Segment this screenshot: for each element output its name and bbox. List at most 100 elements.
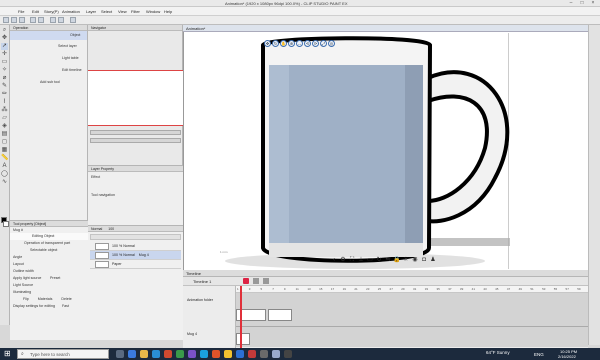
menu-view[interactable]: View — [118, 9, 127, 14]
timeline-track-2[interactable] — [236, 327, 588, 347]
taskbar-search[interactable]: ⌕ Type here to search — [17, 349, 109, 359]
mug-3d-object[interactable] — [185, 33, 525, 273]
timeline-name[interactable]: Timeline 1 — [193, 279, 211, 284]
zoom-icon[interactable]: ⌕ — [1, 27, 8, 34]
menu-file[interactable]: File — [18, 9, 24, 14]
windows-start-icon[interactable]: ⊞ — [4, 350, 12, 358]
object-reset-icon[interactable]: ◎ — [328, 40, 335, 47]
camera-move-icon[interactable]: ✥ — [264, 40, 271, 47]
store-icon[interactable] — [152, 350, 160, 358]
fill-icon[interactable]: ◈ — [1, 123, 8, 130]
operation-icon[interactable]: ➚ — [1, 43, 8, 50]
rotate-icon[interactable]: ↻ — [375, 256, 383, 264]
correct-line-icon[interactable]: ∿ — [1, 179, 8, 186]
play-icon[interactable] — [243, 278, 249, 284]
language-indicator[interactable]: ENG — [534, 352, 544, 357]
object-spin-icon[interactable]: ⟳ — [312, 40, 319, 47]
close-icon[interactable]: × — [590, 1, 596, 6]
app-icon-6[interactable] — [224, 350, 232, 358]
auto-select-icon[interactable]: ✧ — [1, 67, 8, 74]
track-mug[interactable]: Mug 4 — [187, 332, 197, 336]
menu-edit[interactable]: Edit — [32, 9, 39, 14]
eyedropper-icon[interactable]: ⌀ — [1, 75, 8, 82]
new-icon[interactable] — [3, 17, 9, 23]
object-scale-icon[interactable]: ⤢ — [320, 40, 327, 47]
app-icon-2[interactable] — [176, 350, 184, 358]
save-icon[interactable] — [19, 17, 25, 23]
app-icon-8[interactable] — [248, 350, 256, 358]
layer-row-camera[interactable]: 100 % Normal — [90, 242, 181, 251]
timeline-tab[interactable]: Timeline — [186, 271, 201, 276]
app-icon-5[interactable] — [212, 350, 220, 358]
app-icon-9[interactable] — [260, 350, 268, 358]
subtool-edit-timeline[interactable]: Edit timeline — [10, 64, 87, 76]
subtool-light-table[interactable]: Light table — [10, 52, 87, 64]
layer-opacity[interactable]: 100 — [108, 226, 114, 231]
app-icon-1[interactable] — [164, 350, 172, 358]
blend-mode[interactable]: Normal — [91, 226, 102, 231]
subtool-select-layer[interactable]: Select layer — [10, 40, 87, 52]
camera-pan-icon[interactable]: ✋ — [280, 40, 287, 47]
cel-3[interactable] — [236, 333, 250, 345]
brush-icon[interactable]: ⌇ — [1, 99, 8, 106]
airbrush-icon[interactable]: ⁂ — [1, 107, 8, 114]
open-icon[interactable] — [11, 17, 17, 23]
clock-date[interactable]: 2/16/2022 — [558, 354, 576, 359]
clear-icon[interactable] — [50, 17, 56, 23]
ruler-icon[interactable]: 📏 — [1, 155, 8, 162]
minimize-icon[interactable]: – — [568, 1, 574, 6]
maximize-icon[interactable]: □ — [579, 1, 585, 6]
app-icon-10[interactable] — [284, 350, 292, 358]
delete-option[interactable]: Delete — [61, 297, 71, 301]
gradient-icon[interactable]: ▤ — [1, 131, 8, 138]
prev-object-icon[interactable]: ‹ — [330, 256, 338, 264]
ground-icon[interactable]: ⊥ — [357, 256, 365, 264]
angle-preset[interactable]: Preset — [50, 276, 60, 280]
layer-property-tab[interactable]: Layer Property — [88, 166, 183, 172]
lock-icon[interactable]: 🔒 — [393, 256, 401, 264]
pose-icon[interactable]: ♟ — [429, 256, 437, 264]
angle-label[interactable]: Angle — [10, 254, 88, 261]
zoom-slider[interactable] — [90, 130, 181, 135]
task-view-icon[interactable] — [116, 350, 124, 358]
layer-row-mug[interactable]: 100 % Normal Mug 4 — [90, 251, 181, 260]
text-icon[interactable]: A — [1, 163, 8, 170]
editing-object-label[interactable]: Editing Object — [10, 233, 88, 240]
add-subtool-button[interactable]: Add sub tool — [10, 76, 87, 88]
figure-icon[interactable]: ◻ — [1, 139, 8, 146]
navigator-tab[interactable]: Navigator — [88, 25, 182, 31]
timeline-track-1[interactable] — [236, 293, 588, 327]
materials-option[interactable]: Materials — [38, 297, 53, 301]
material-icon[interactable]: ◉ — [411, 256, 419, 264]
pencil-icon[interactable]: ✏ — [1, 91, 8, 98]
eraser-icon[interactable]: ▱ — [1, 115, 8, 122]
object-rotate-icon[interactable]: ⟲ — [304, 40, 311, 47]
cel-2[interactable] — [268, 309, 292, 321]
camera-zoom-icon[interactable]: ⊕ — [288, 40, 295, 47]
move-icon[interactable]: ✥ — [1, 35, 8, 42]
fit-icon[interactable]: ⛶ — [348, 256, 356, 264]
stop-icon[interactable] — [253, 278, 259, 284]
new-cel-icon[interactable] — [263, 278, 269, 284]
layer-row-paper[interactable]: Paper — [90, 260, 181, 269]
display-settings-value[interactable]: Fast — [62, 304, 69, 308]
pen-icon[interactable]: ✎ — [1, 83, 8, 90]
illuminating-label[interactable]: Illuminating — [10, 289, 88, 296]
display-settings-label[interactable]: Display settings for editing Fast — [10, 303, 88, 310]
outline-width-label[interactable]: Outline width — [10, 268, 88, 275]
redo-icon[interactable] — [38, 17, 44, 23]
camera-rotate-icon[interactable]: ↻ — [272, 40, 279, 47]
sub-color-swatch[interactable] — [3, 221, 9, 227]
app-icon-7[interactable] — [236, 350, 244, 358]
playhead[interactable] — [240, 286, 242, 348]
layout-label[interactable]: Layout — [10, 261, 88, 268]
move-layer-icon[interactable]: ✛ — [1, 51, 8, 58]
object-move-icon[interactable]: ↔ — [296, 40, 303, 47]
flip-option[interactable]: Flip — [23, 297, 29, 301]
menu-story[interactable]: Story(P) — [44, 9, 59, 14]
transform-icon[interactable] — [58, 17, 64, 23]
snap-icon[interactable] — [70, 17, 76, 23]
edge-icon[interactable] — [128, 350, 136, 358]
app-icon-3[interactable] — [188, 350, 196, 358]
settings-icon[interactable]: ⚙ — [339, 256, 347, 264]
